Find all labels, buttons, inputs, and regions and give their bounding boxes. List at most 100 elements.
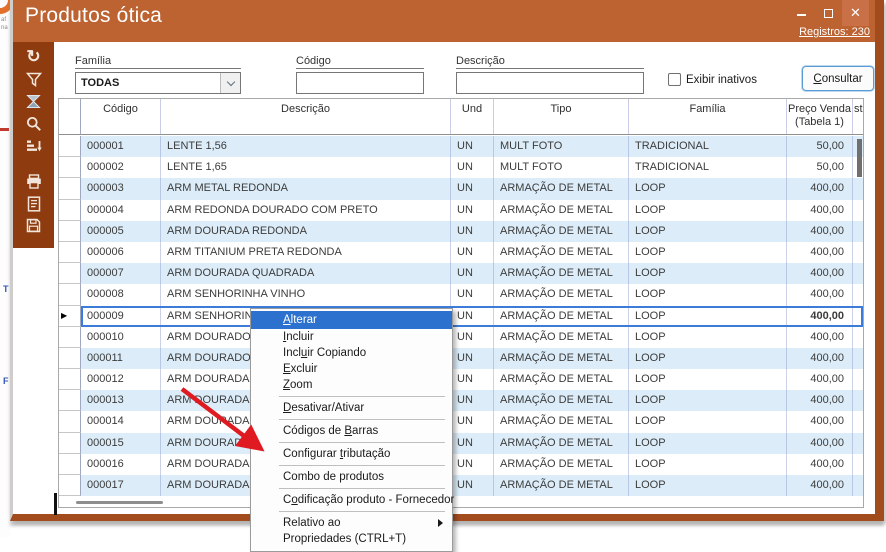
table-row[interactable]: 000008 ARM SENHORINHA VINHO UN ARMAÇÃO D…: [59, 284, 863, 305]
row-selector-cell[interactable]: [59, 327, 81, 348]
filter-icon: [26, 72, 42, 87]
row-selector-cell[interactable]: [59, 136, 81, 157]
filter-button[interactable]: [22, 69, 46, 90]
row-selector-cell[interactable]: [59, 284, 81, 305]
submenu-arrow-icon: [438, 519, 443, 527]
menu-separator: [279, 488, 445, 489]
header-descricao[interactable]: Descrição: [161, 99, 451, 134]
cell-descricao: ARM DOURADA QUADRADA: [161, 263, 451, 284]
registros-count-link[interactable]: Registros: 230: [799, 26, 870, 38]
header-und[interactable]: Und: [451, 99, 494, 134]
titlebar[interactable]: Produtos ótica ✕ Registros: 230: [13, 0, 875, 42]
row-selector-cell[interactable]: [59, 390, 81, 411]
cell-codigo: 000014: [81, 411, 161, 432]
table-row[interactable]: 000017 ARM DOURADA C N UN ARMAÇÃO DE MET…: [59, 475, 863, 496]
codigo-input[interactable]: [296, 72, 424, 94]
cell-codigo: 000001: [81, 136, 161, 157]
familia-dropdown-button[interactable]: [220, 73, 240, 93]
minimize-icon: [797, 14, 806, 16]
menu-separator: [279, 396, 445, 397]
cancel-button[interactable]: [22, 91, 46, 112]
horizontal-scrollbar-thumb[interactable]: [76, 501, 163, 504]
menu-item-desativar-ativar[interactable]: Desativar/Ativar: [251, 400, 452, 416]
row-selector-cell[interactable]: [59, 411, 81, 432]
row-selector-cell[interactable]: [59, 433, 81, 454]
menu-item-incluir[interactable]: Incluir: [251, 329, 452, 345]
menu-item-codigos-de-barras[interactable]: Códigos de Barras: [251, 423, 452, 439]
table-row[interactable]: 000007 ARM DOURADA QUADRADA UN ARMAÇÃO D…: [59, 263, 863, 284]
print-button[interactable]: [22, 171, 46, 192]
header-codigo[interactable]: Código: [81, 99, 161, 134]
cell-familia: LOOP: [629, 454, 787, 475]
cell-partial: [853, 242, 864, 263]
cell-familia: TRADICIONAL: [629, 157, 787, 178]
cell-preco-venda: 400,00: [787, 306, 853, 327]
minimize-button[interactable]: [788, 0, 815, 26]
report-button[interactable]: [22, 193, 46, 214]
table-row[interactable]: 000001 LENTE 1,56 UN MULT FOTO TRADICION…: [59, 136, 863, 157]
descricao-input[interactable]: [456, 72, 644, 94]
save-button[interactable]: [22, 215, 46, 236]
table-row[interactable]: 000004 ARM REDONDA DOURADO COM PRETO UN …: [59, 200, 863, 221]
refresh-button[interactable]: ↻: [22, 47, 46, 68]
cell-tipo: ARMAÇÃO DE METAL: [494, 327, 629, 348]
cell-partial: [853, 390, 864, 411]
header-tipo[interactable]: Tipo: [494, 99, 629, 134]
table-row[interactable]: 000011 ARM DOURADO QU UN ARMAÇÃO DE META…: [59, 348, 863, 369]
menu-item-excluir[interactable]: Excluir: [251, 361, 452, 377]
table-row[interactable]: 000010 ARM DOURADO C P UN ARMAÇÃO DE MET…: [59, 327, 863, 348]
menu-item-codificacao-produto-fornecedor[interactable]: Codificação produto - Fornecedor: [251, 492, 452, 508]
cell-tipo: ARMAÇÃO DE METAL: [494, 284, 629, 305]
row-selector-cell[interactable]: [59, 369, 81, 390]
table-row[interactable]: 000016 ARM DOURADA C D UN ARMAÇÃO DE MET…: [59, 454, 863, 475]
header-familia[interactable]: Família: [629, 99, 787, 134]
vertical-scrollbar-thumb[interactable]: [857, 139, 862, 177]
row-selector-cell[interactable]: [59, 263, 81, 284]
table-row[interactable]: 000015 ARM DOURADA UN ARMAÇÃO DE METAL L…: [59, 433, 863, 454]
menu-item-zoom[interactable]: Zoom: [251, 377, 452, 393]
cell-descricao: LENTE 1,65: [161, 157, 451, 178]
table-row[interactable]: 000012 ARM DOURADA REI UN ARMAÇÃO DE MET…: [59, 369, 863, 390]
table-row[interactable]: ▶ 000009 ARM SENHORINHA UN ARMAÇÃO DE ME…: [59, 306, 863, 327]
cell-codigo: 000015: [81, 433, 161, 454]
cell-und: UN: [451, 157, 494, 178]
cell-familia: LOOP: [629, 306, 787, 327]
row-selector-cell[interactable]: ▶: [59, 306, 81, 327]
cell-descricao: ARM METAL REDONDA: [161, 178, 451, 199]
header-preco-venda[interactable]: Preço Venda(Tabela 1): [787, 99, 853, 134]
menu-item-incluir-copiando[interactable]: Incluir Copiando: [251, 345, 452, 361]
row-selector-cell[interactable]: [59, 178, 81, 199]
maximize-button[interactable]: [815, 0, 842, 26]
table-row[interactable]: 000005 ARM DOURADA REDONDA UN ARMAÇÃO DE…: [59, 221, 863, 242]
table-row[interactable]: 000013 ARM DOURADA C P UN ARMAÇÃO DE MET…: [59, 390, 863, 411]
menu-item-combo-de-produtos[interactable]: Combo de produtos: [251, 469, 452, 485]
row-selector-cell[interactable]: [59, 221, 81, 242]
sort-button[interactable]: [22, 135, 46, 156]
familia-dropdown[interactable]: TODAS: [75, 72, 241, 94]
row-selector-cell[interactable]: [59, 157, 81, 178]
cell-und: UN: [451, 284, 494, 305]
menu-item-configurar-tributacao[interactable]: Configurar tributação: [251, 446, 452, 462]
menu-item-alterar[interactable]: Alterar: [251, 311, 452, 329]
row-selector-cell[interactable]: [59, 475, 81, 496]
close-button[interactable]: ✕: [842, 0, 869, 26]
table-row[interactable]: 000014 ARM DOURADA C E UN ARMAÇÃO DE MET…: [59, 411, 863, 432]
cell-descricao: LENTE 1,56: [161, 136, 451, 157]
menu-item-relativo-ao[interactable]: Relativo ao: [251, 515, 452, 531]
row-selector-cell[interactable]: [59, 242, 81, 263]
cell-preco-venda: 400,00: [787, 200, 853, 221]
cell-partial: [853, 178, 864, 199]
zoom-button[interactable]: [22, 113, 46, 134]
consultar-button[interactable]: Consultar: [802, 66, 874, 91]
close-icon: ✕: [850, 5, 861, 21]
table-row[interactable]: 000003 ARM METAL REDONDA UN ARMAÇÃO DE M…: [59, 178, 863, 199]
cell-und: UN: [451, 348, 494, 369]
row-selector-cell[interactable]: [59, 348, 81, 369]
row-selector-cell[interactable]: [59, 200, 81, 221]
exibir-inativos-label: Exibir inativos: [686, 74, 757, 86]
row-selector-cell[interactable]: [59, 454, 81, 475]
table-row[interactable]: 000002 LENTE 1,65 UN MULT FOTO TRADICION…: [59, 157, 863, 178]
exibir-inativos-checkbox[interactable]: [668, 73, 681, 86]
table-row[interactable]: 000006 ARM TITANIUM PRETA REDONDA UN ARM…: [59, 242, 863, 263]
menu-item-propriedades-ctrl-t[interactable]: Propriedades (CTRL+T): [251, 531, 452, 547]
